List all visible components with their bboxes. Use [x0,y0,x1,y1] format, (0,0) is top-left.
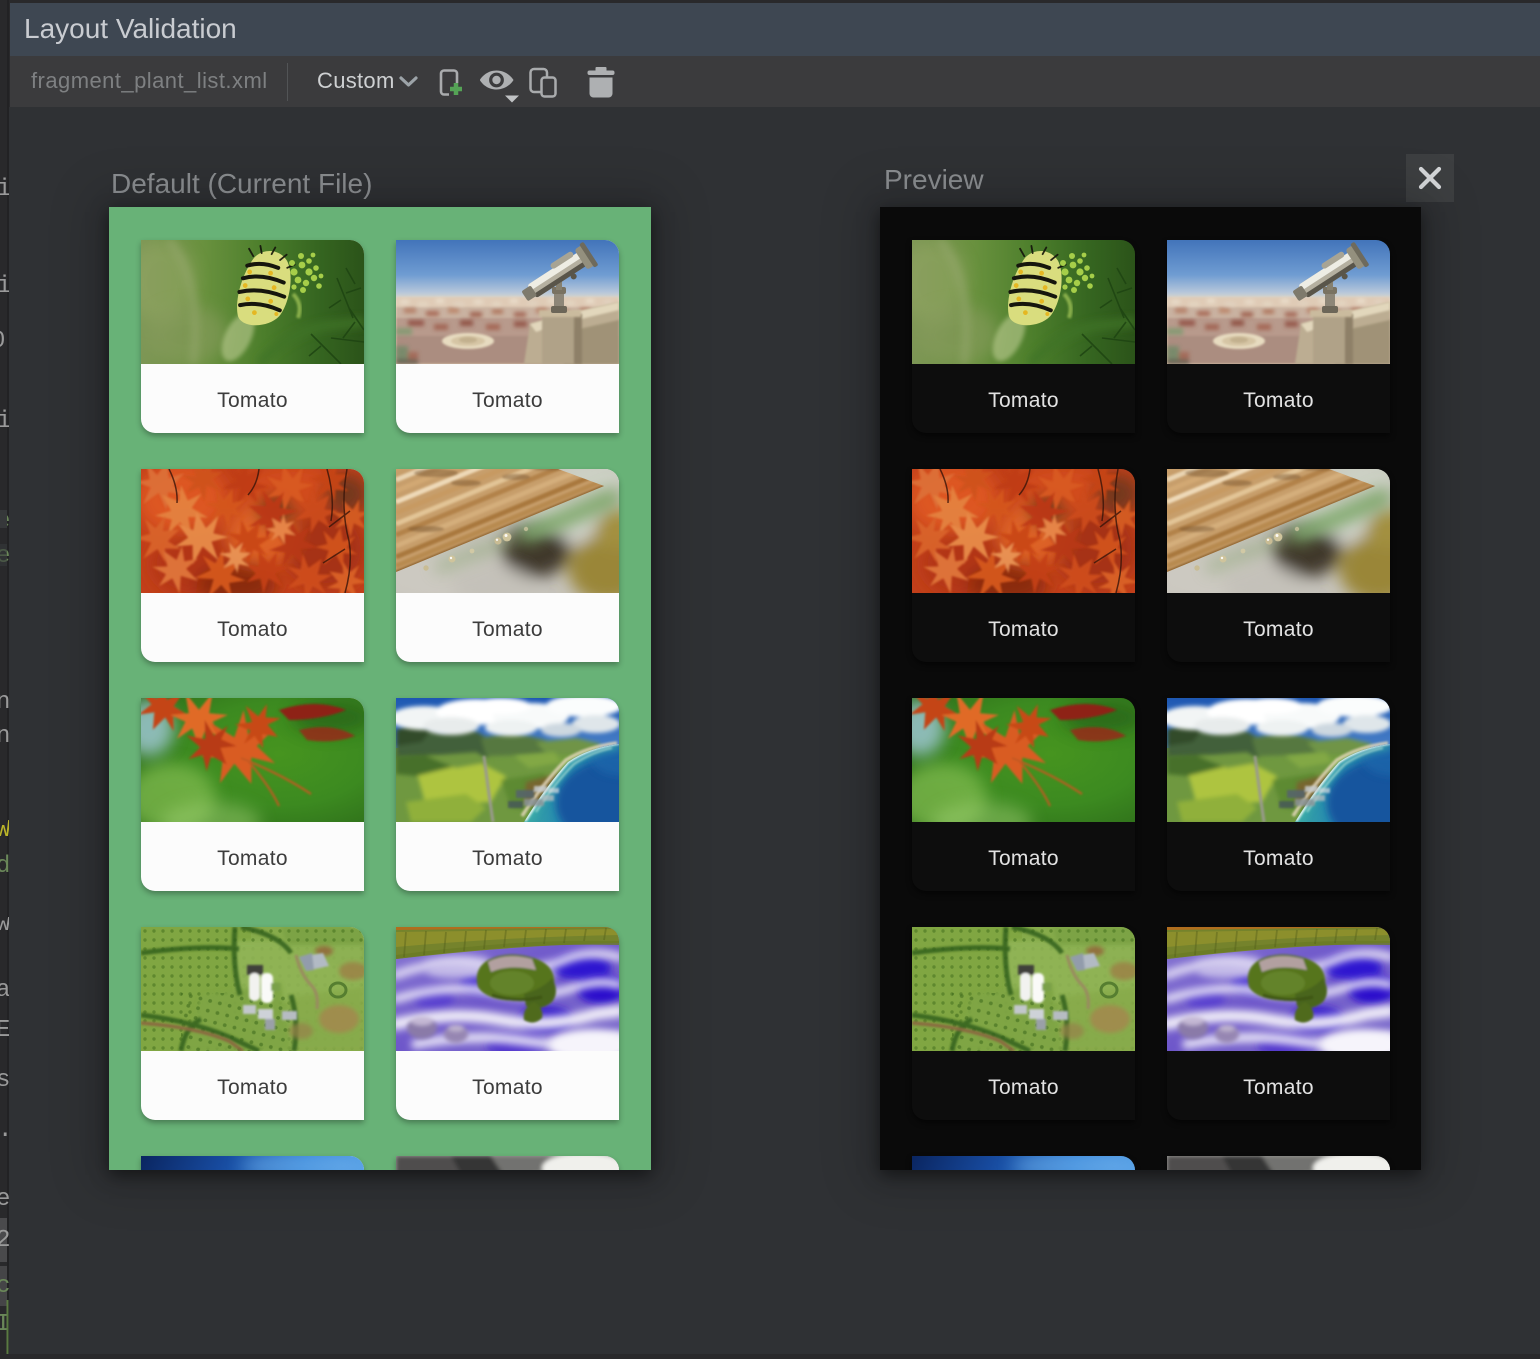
svg-text:i: i [0,176,9,203]
svg-text:w: w [0,911,9,938]
svg-text:a: a [0,977,9,1004]
svg-text:W: W [0,817,9,844]
svg-text:n: n [0,689,9,716]
svg-text:i: i [0,408,9,435]
svg-text:s: s [0,1067,9,1094]
svg-text:d: d [0,853,9,880]
svg-text:n: n [0,723,9,750]
svg-text:e: e [0,1186,9,1213]
svg-text:0: 0 [0,328,5,355]
svg-text:i: i [0,273,9,300]
svg-text:.: . [0,1117,9,1144]
svg-text:c: c [0,1273,9,1300]
svg-text:2: 2 [0,1227,9,1254]
svg-text:E: E [0,1017,9,1044]
